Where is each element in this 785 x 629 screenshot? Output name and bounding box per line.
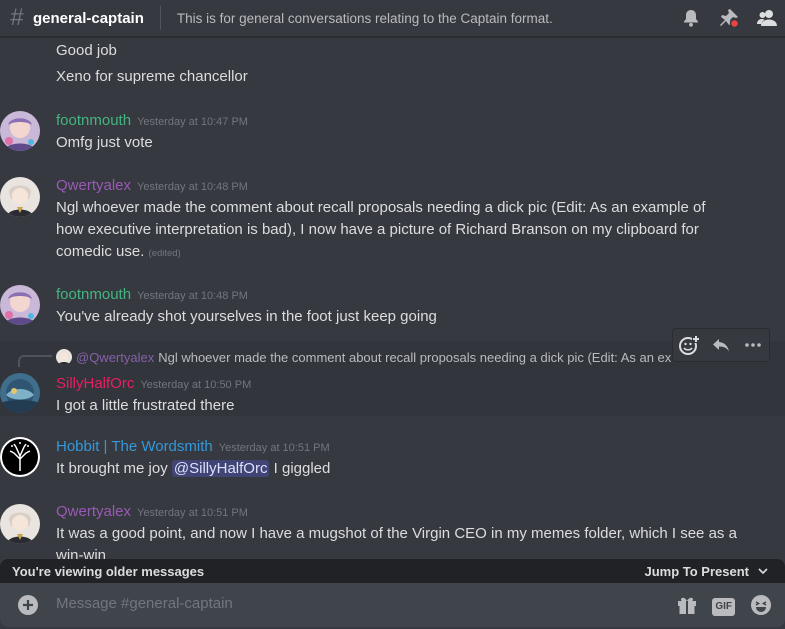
avatar[interactable] xyxy=(0,285,40,325)
avatar[interactable] xyxy=(0,373,40,413)
message-text-segment: comedic use. xyxy=(56,243,145,260)
avatar[interactable] xyxy=(0,111,40,151)
pin-icon[interactable] xyxy=(717,6,741,30)
message-text: win-win xyxy=(56,547,107,559)
chevron-down-icon xyxy=(758,568,768,575)
message-header: SillyHalfOrc Yesterday at 10:50 PM xyxy=(56,375,251,392)
channel-name: general-captain xyxy=(33,9,144,27)
add-reaction-icon[interactable] xyxy=(676,332,702,358)
timestamp: Yesterday at 10:51 PM xyxy=(137,507,248,519)
avatar[interactable] xyxy=(0,177,40,217)
avatar[interactable] xyxy=(0,504,40,544)
older-messages-bar: You're viewing older messages Jump To Pr… xyxy=(0,559,785,583)
channel-topic[interactable]: This is for general conversations relati… xyxy=(177,11,553,26)
message-item: Qwertyalex Yesterday at 10:48 PM Ngl whoe… xyxy=(0,174,785,264)
message-text: comedic use. (edited) xyxy=(56,241,746,265)
avatar[interactable] xyxy=(0,437,40,477)
reply-username[interactable]: @Qwertyalex xyxy=(76,350,154,365)
message-item: Hobbit | The Wordsmith Yesterday at 10:51… xyxy=(0,436,785,486)
reply-icon[interactable] xyxy=(708,332,734,358)
username[interactable]: Qwertyalex xyxy=(56,177,131,194)
members-icon[interactable] xyxy=(755,6,779,30)
jump-to-present-button[interactable]: Jump To Present xyxy=(644,564,769,579)
timestamp: Yesterday at 10:51 PM xyxy=(218,442,330,454)
username[interactable]: Qwertyalex xyxy=(56,503,131,520)
message-item: footnmouth Yesterday at 10:47 PM Omfg jus… xyxy=(0,109,785,159)
message-text: It brought me joy @SillyHalfOrc I giggle… xyxy=(56,458,746,480)
username[interactable]: SillyHalfOrc xyxy=(56,375,134,392)
message-text-segment: It brought me joy xyxy=(56,460,168,477)
emoji-icon[interactable] xyxy=(749,593,773,621)
bell-icon[interactable] xyxy=(679,6,703,30)
user-mention[interactable]: @SillyHalfOrc xyxy=(171,460,270,477)
message-input[interactable]: Message #general-captain xyxy=(56,595,233,612)
jump-to-present-label: Jump To Present xyxy=(644,563,749,579)
message-text: You've already shot yourselves in the fo… xyxy=(56,308,437,325)
timestamp: Yesterday at 10:50 PM xyxy=(140,379,252,391)
message-text: It was a good point, and now I have a mu… xyxy=(56,525,737,542)
message-header: footnmouth Yesterday at 10:48 PM xyxy=(56,286,248,303)
gift-icon[interactable] xyxy=(676,594,698,620)
plus-icon[interactable] xyxy=(17,594,39,616)
message-composer: Message #general-captain GIF xyxy=(0,583,785,629)
message-list[interactable]: Good job Xeno for supreme chancellor foo… xyxy=(0,37,785,559)
username[interactable]: footnmouth xyxy=(56,112,131,129)
message-header: footnmouth Yesterday at 10:47 PM xyxy=(56,112,248,129)
gif-icon[interactable]: GIF xyxy=(712,598,735,616)
message-item: Qwertyalex Yesterday at 10:51 PM It was a… xyxy=(0,501,785,559)
timestamp: Yesterday at 10:48 PM xyxy=(137,181,248,193)
reply-connector xyxy=(18,355,52,367)
message-text: Good job xyxy=(56,42,117,59)
composer-box[interactable]: Message #general-captain GIF xyxy=(0,583,785,627)
timestamp: Yesterday at 10:47 PM xyxy=(137,116,248,128)
channel-header: # general-captain This is for general co… xyxy=(0,0,785,37)
message-text-segment: I giggled xyxy=(273,460,331,477)
username[interactable]: Hobbit | The Wordsmith xyxy=(56,438,213,455)
more-icon[interactable] xyxy=(740,332,766,358)
message-header: Hobbit | The Wordsmith Yesterday at 10:51… xyxy=(56,438,330,455)
edited-label: (edited) xyxy=(148,248,181,259)
header-divider xyxy=(159,6,161,30)
reply-avatar xyxy=(56,349,72,365)
message-text: how executive interpretation is bad), I … xyxy=(56,221,699,238)
channel-hash-icon: # xyxy=(10,4,24,31)
message-text: Ngl whoever made the comment about recal… xyxy=(56,199,706,216)
reply-preview-text: Ngl whoever made the comment about recal… xyxy=(158,349,672,365)
message-text: Omfg just vote xyxy=(56,134,153,151)
username[interactable]: footnmouth xyxy=(56,286,131,303)
older-messages-label: You're viewing older messages xyxy=(12,563,205,579)
message-text: Xeno for supreme chancellor xyxy=(56,68,248,85)
message-header: Qwertyalex Yesterday at 10:51 PM xyxy=(56,503,248,520)
reply-reference[interactable]: @Qwertyalex Ngl whoever made the comment… xyxy=(56,349,696,365)
message-header: Qwertyalex Yesterday at 10:48 PM xyxy=(56,177,248,194)
message-actions-toolbar xyxy=(672,328,770,362)
message-text: I got a little frustrated there xyxy=(56,397,235,414)
timestamp: Yesterday at 10:48 PM xyxy=(137,290,248,302)
message-item: footnmouth Yesterday at 10:48 PM You've a… xyxy=(0,283,785,333)
